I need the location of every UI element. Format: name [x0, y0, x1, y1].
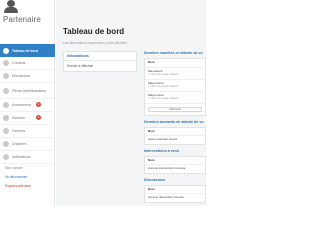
sidebar-footer-links: Mon compte Se déconnecter Espace partena… [5, 166, 53, 193]
sidebar-item-progress[interactable]: Avancement 1 [0, 99, 55, 112]
sidebar-nav: Tableau de bord Contacts Discussions Piè… [0, 44, 55, 164]
list-item[interactable]: Maçonnerie » Nom du sous-traitant [145, 80, 205, 92]
sidebar-item-notifications[interactable]: Notifications [0, 151, 55, 164]
contacts-icon [3, 60, 9, 66]
sidebar-item-label: Marchés [12, 116, 26, 120]
chat-icon [3, 73, 9, 79]
sidebar-item-discussions[interactable]: Discussions [0, 70, 55, 83]
dashboard-icon [3, 47, 9, 54]
notification-badge: 1 [36, 115, 41, 120]
list-item-detail: » Nom du sous-traitant [148, 84, 179, 88]
sidebar-item-label: Contacts [12, 61, 26, 65]
list-item[interactable]: Menuiserie » Nom du sous-traitant [145, 68, 205, 80]
info-card: Informations Dernier à effectuer [63, 51, 137, 72]
sidebar-item-markets[interactable]: Marchés 1 [0, 112, 55, 125]
column-name: Nom [148, 186, 155, 191]
invoice-icon [3, 128, 9, 134]
sidebar-item-label: Discussions [12, 74, 31, 78]
avenants-panel: Nom Aucun avenant trouvé [144, 126, 206, 145]
sidebar-item-label: Avancement [12, 103, 31, 107]
bell-icon [3, 154, 9, 160]
discussions-panel: Nom Aucune discussion trouvée [144, 184, 206, 203]
sidebar-item-label: Chantiers [12, 142, 27, 146]
markets-heading: Derniers marchés en attente de vo [144, 51, 203, 55]
sidebar-item-documents[interactable]: Pièces Administratives [0, 83, 55, 99]
sidebar-item-invoices[interactable]: Factures [0, 125, 55, 138]
sidebar-item-label: Notifications [12, 155, 31, 159]
table-header: Nom [145, 128, 205, 136]
page-title: Tableau de bord [63, 27, 125, 36]
empty-state: Aucune intervention trouvée [148, 166, 186, 170]
avenants-heading: Derniers avenants en attente de vo [144, 119, 204, 124]
notification-badge: 1 [36, 102, 41, 107]
account-link[interactable]: Mon compte [5, 166, 53, 170]
list-item[interactable]: Maçonnerie » Nom du sous-traitant [145, 92, 205, 104]
progress-icon [3, 102, 9, 108]
right-column: Derniers marchés en attente de vo Nom Me… [144, 51, 206, 207]
sidebar-item-label: Pièces Administratives [12, 88, 46, 93]
user-avatar-icon[interactable] [4, 0, 18, 13]
list-item-detail: » Nom du sous-traitant [148, 96, 179, 100]
markets-icon [3, 115, 9, 121]
page-subtitle: Les informations importantes y sont affi… [63, 41, 127, 45]
sidebar-item-label: Factures [12, 129, 26, 133]
sidebar-item-sites[interactable]: Chantiers [0, 138, 55, 151]
column-name: Nom [148, 128, 155, 133]
sidebar-item-contacts[interactable]: Contacts [0, 57, 55, 70]
sidebar-item-dashboard[interactable]: Tableau de bord [0, 44, 55, 57]
table-header: Nom [145, 186, 205, 194]
empty-state: Aucun avenant trouvé [148, 137, 178, 141]
partner-space-link[interactable]: Espace partenaire [5, 184, 53, 188]
column-name: Nom [148, 157, 155, 162]
table-header: Nom [145, 157, 205, 165]
sidebar: Partenaire Tableau de bord Contacts Disc… [0, 0, 55, 206]
app-root: Partenaire Tableau de bord Contacts Disc… [0, 0, 206, 206]
building-icon [3, 141, 9, 147]
sidebar-item-label: Tableau de bord [12, 48, 38, 53]
list-item-detail: » Nom du sous-traitant [148, 72, 179, 76]
interventions-heading: Interventions à venir [144, 148, 180, 153]
markets-panel: Nom Menuiserie » Nom du sous-traitant Ma… [144, 58, 206, 116]
interventions-panel: Nom Aucune intervention trouvée [144, 155, 206, 174]
discussions-heading: Discussions [144, 177, 166, 182]
logout-link[interactable]: Se déconnecter [5, 175, 53, 179]
document-icon [3, 87, 9, 94]
empty-state: Aucune discussion trouvée [148, 195, 184, 199]
brand-name: Partenaire [3, 15, 41, 24]
view-all-button[interactable]: Voir tout [148, 106, 202, 112]
main-content: Tableau de bord Les informations importa… [56, 0, 206, 206]
info-card-heading: Informations [64, 52, 136, 61]
column-name: Nom [148, 60, 155, 64]
table-header: Nom [145, 59, 205, 68]
info-card-row: Dernier à effectuer [67, 64, 94, 68]
